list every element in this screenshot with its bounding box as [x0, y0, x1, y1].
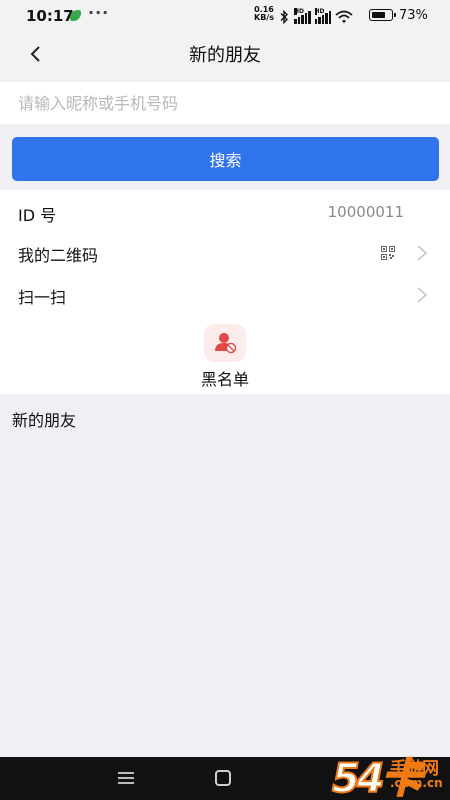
network-speed-unit: KB/s — [254, 13, 274, 22]
network-speed: 0.16 KB/s — [254, 6, 274, 22]
battery-percent: 73% — [399, 8, 428, 23]
id-value: 10000011 — [327, 203, 404, 221]
blacklist-label: 黑名单 — [200, 370, 249, 389]
chevron-right-icon — [417, 287, 428, 303]
signal-icon-2: HD — [314, 8, 331, 24]
id-label: ID 号 — [18, 206, 57, 225]
search-button[interactable]: 搜索 — [12, 137, 439, 181]
signal-icon-1: HD — [294, 8, 311, 24]
chevron-right-icon — [417, 245, 428, 261]
app-notification-icon — [70, 10, 81, 21]
search-box — [0, 82, 450, 124]
bluetooth-icon — [280, 10, 288, 24]
watermark-logo: 54卡 手游网 .com.cn — [331, 746, 450, 800]
home-icon[interactable] — [215, 770, 231, 786]
wifi-icon — [335, 10, 353, 23]
battery-level — [371, 11, 385, 18]
header: 新的朋友 — [0, 32, 450, 80]
page-title: 新的朋友 — [189, 45, 261, 66]
section-title: 新的朋友 — [12, 411, 77, 430]
qrcode-row[interactable]: 我的二维码 — [0, 232, 450, 272]
status-icons: HD HD — [278, 8, 353, 24]
search-input[interactable] — [0, 82, 450, 124]
scan-label: 扫一扫 — [18, 288, 67, 307]
battery-icon — [369, 9, 396, 21]
scan-row[interactable]: 扫一扫 — [0, 274, 450, 314]
menu-icon[interactable] — [118, 771, 134, 785]
status-time: 10:17 — [26, 7, 74, 25]
watermark-url: .com.cn — [390, 776, 443, 790]
qrcode-label: 我的二维码 — [18, 246, 99, 265]
id-row: ID 号 10000011 — [0, 192, 450, 232]
user-block-icon — [204, 324, 246, 362]
status-bar: 10:17 ··· 0.16 KB/s HD HD 73% — [0, 0, 450, 32]
blacklist-button[interactable]: 黑名单 — [180, 324, 270, 390]
qrcode-icon — [381, 246, 395, 260]
more-notifications-icon: ··· — [88, 3, 110, 22]
